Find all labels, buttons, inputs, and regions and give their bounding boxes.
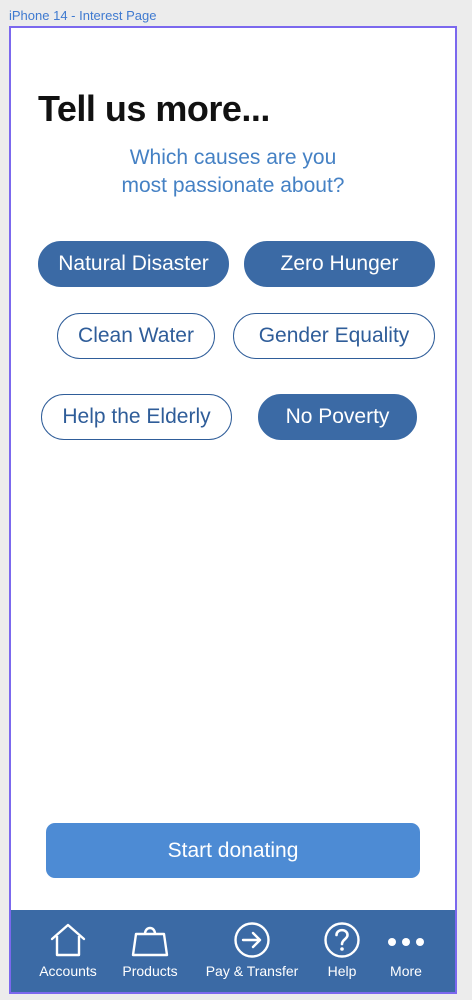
bag-icon <box>128 918 172 962</box>
tab-more[interactable]: More <box>381 918 431 979</box>
page-title: Tell us more... <box>38 88 270 129</box>
tab-label-products: Products <box>122 963 178 979</box>
tab-accounts[interactable]: Accounts <box>35 918 101 979</box>
cause-chip-natural-disaster[interactable]: Natural Disaster <box>38 241 229 287</box>
tab-label-help: Help <box>327 963 357 979</box>
cause-chip-help-the-elderly[interactable]: Help the Elderly <box>41 394 232 440</box>
cause-chip-zero-hunger[interactable]: Zero Hunger <box>244 241 435 287</box>
tab-help[interactable]: Help <box>317 918 367 979</box>
home-icon <box>46 918 90 962</box>
cause-chip-no-poverty[interactable]: No Poverty <box>258 394 417 440</box>
subtitle-line-2: most passionate about? <box>121 174 345 197</box>
cause-chip-clean-water[interactable]: Clean Water <box>57 313 215 359</box>
phone-screen: Tell us more... Which causes are you mos… <box>9 26 457 994</box>
tab-label-accounts: Accounts <box>39 963 97 979</box>
tab-pay-transfer[interactable]: Pay & Transfer <box>201 918 303 979</box>
bottom-tab-bar: Accounts Products Pay & Transfer Help Mo… <box>11 910 455 992</box>
tab-label-more: More <box>390 963 422 979</box>
frame-label: iPhone 14 - Interest Page <box>9 8 157 23</box>
tab-products[interactable]: Products <box>115 918 185 979</box>
arrow-circle-icon <box>230 918 274 962</box>
question-circle-icon <box>320 918 364 962</box>
start-donating-button[interactable]: Start donating <box>46 823 420 878</box>
more-dots-icon <box>384 918 428 962</box>
page-subtitle: Which causes are you most passionate abo… <box>11 144 455 200</box>
cause-chip-gender-equality[interactable]: Gender Equality <box>233 313 435 359</box>
subtitle-line-1: Which causes are you <box>129 146 337 169</box>
tab-label-pay-transfer: Pay & Transfer <box>205 963 299 979</box>
